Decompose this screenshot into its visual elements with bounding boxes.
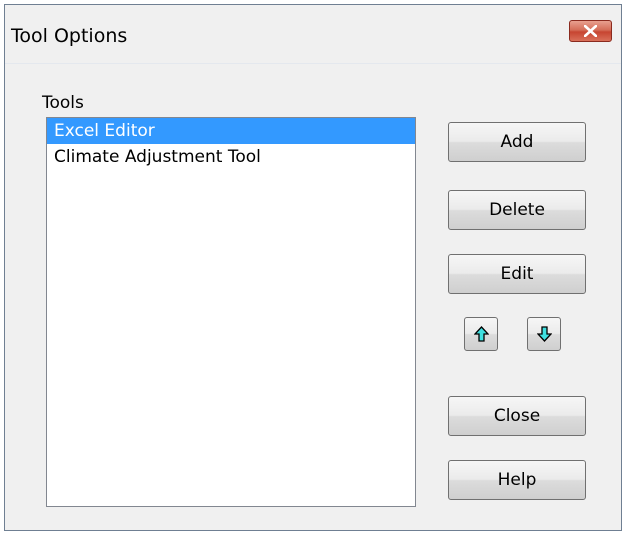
- close-button[interactable]: Close: [448, 396, 586, 436]
- tool-options-dialog: Tool Options Tools Excel Editor Climate …: [4, 4, 622, 531]
- window-close-button[interactable]: [569, 20, 612, 42]
- tools-listbox[interactable]: Excel Editor Climate Adjustment Tool: [46, 117, 416, 507]
- list-item-excel-editor[interactable]: Excel Editor: [47, 118, 415, 144]
- list-item-climate-adjustment-tool[interactable]: Climate Adjustment Tool: [47, 144, 415, 170]
- close-icon: [584, 25, 597, 37]
- move-up-button[interactable]: [464, 317, 498, 351]
- arrow-up-icon: [474, 326, 489, 342]
- add-button[interactable]: Add: [448, 122, 586, 162]
- edit-button[interactable]: Edit: [448, 254, 586, 294]
- delete-button[interactable]: Delete: [448, 190, 586, 230]
- arrow-down-icon: [537, 326, 552, 342]
- title-bar: Tool Options: [5, 5, 621, 64]
- tools-label: Tools: [42, 93, 84, 113]
- move-down-button[interactable]: [527, 317, 561, 351]
- window-title: Tool Options: [11, 25, 128, 47]
- help-button[interactable]: Help: [448, 460, 586, 500]
